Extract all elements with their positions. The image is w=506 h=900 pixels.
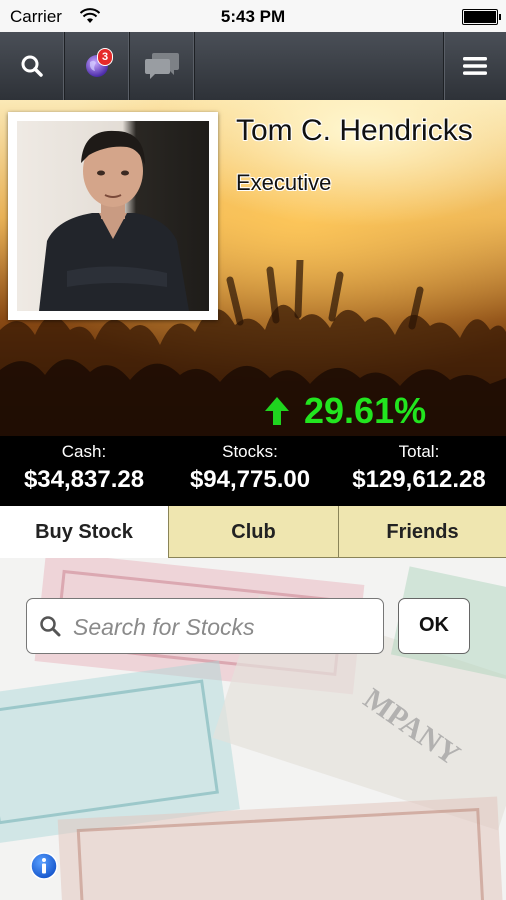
tab-buy-stock[interactable]: Buy Stock [0, 506, 169, 558]
stocks-balance: Stocks: $94,775.00 [168, 442, 332, 494]
user-name: Tom C. Hendricks [236, 114, 473, 147]
search-button[interactable] [0, 32, 65, 100]
notification-badge: 3 [97, 48, 113, 66]
cash-label: Cash: [61, 442, 107, 461]
arrow-up-icon [265, 397, 289, 425]
notifications-button[interactable]: 3 [65, 32, 130, 100]
cash-value: $34,837.28 [23, 466, 145, 493]
gain-percent: 29.61% [304, 390, 427, 431]
total-balance: Total: $129,612.28 [336, 442, 502, 494]
stocks-value: $94,775.00 [189, 466, 311, 493]
profile-photo [17, 121, 209, 311]
hamburger-menu-icon [463, 57, 487, 75]
stock-search-input[interactable] [71, 607, 375, 647]
buy-stock-panel: MPANY OK [0, 558, 506, 900]
search-icon [40, 616, 61, 637]
user-title: Executive [236, 170, 332, 195]
status-time: 5:43 PM [220, 7, 286, 26]
stock-search-field[interactable] [26, 598, 384, 654]
profile-header: Tom C. Hendricks Executive 29.61% [0, 100, 506, 436]
balance-bar: Cash: $34,837.28 Stocks: $94,775.00 Tota… [0, 436, 506, 506]
total-value: $129,612.28 [352, 466, 486, 493]
battery-icon [462, 9, 501, 25]
cash-balance: Cash: $34,837.28 [4, 442, 164, 494]
ok-button[interactable]: OK [398, 598, 470, 654]
status-bar: Carrier 5:43 PM [0, 0, 506, 32]
total-label: Total: [398, 442, 440, 461]
stocks-label: Stocks: [222, 442, 278, 461]
search-icon [21, 55, 43, 77]
tab-club[interactable]: Club [169, 506, 339, 558]
chat-icon [145, 53, 179, 79]
chat-button[interactable] [130, 32, 195, 100]
tab-bar: Buy Stock Club Friends [0, 506, 506, 558]
profile-photo-frame[interactable] [8, 112, 218, 320]
info-icon[interactable] [30, 852, 58, 880]
top-toolbar: 3 [0, 32, 506, 100]
tab-friends[interactable]: Friends [339, 506, 506, 558]
menu-button[interactable] [443, 32, 506, 100]
